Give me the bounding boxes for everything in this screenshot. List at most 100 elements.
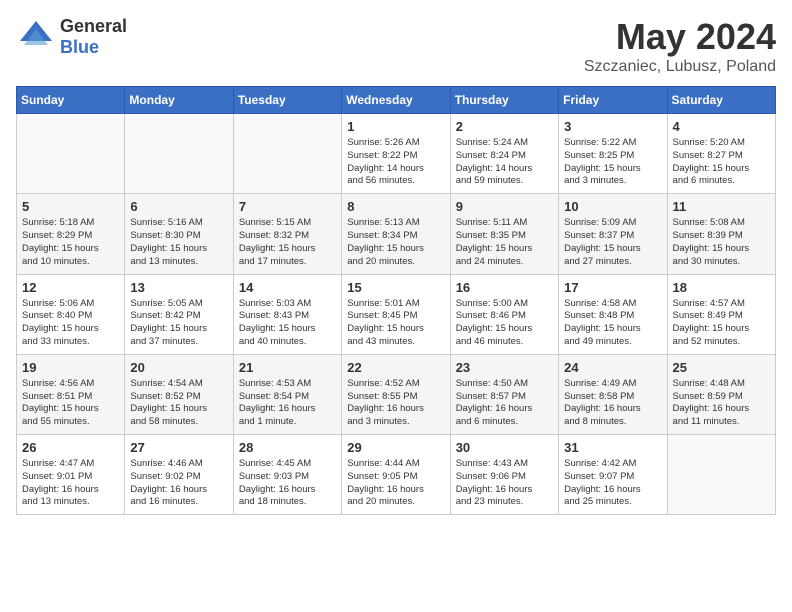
calendar-header: SundayMondayTuesdayWednesdayThursdayFrid… (17, 87, 776, 114)
day-info: Sunrise: 5:09 AM Sunset: 8:37 PM Dayligh… (564, 217, 661, 268)
calendar-cell: 11Sunrise: 5:08 AM Sunset: 8:39 PM Dayli… (667, 194, 775, 274)
day-number: 6 (130, 199, 227, 214)
calendar-cell: 1 Sunrise: 5:26 AM Sunset: 8:22 PM Daylig… (342, 114, 450, 194)
day-info: Sunrise: 5:05 AM Sunset: 8:42 PM Dayligh… (130, 298, 227, 349)
calendar-cell: 27 Sunrise: 4:46 AM Sunset: 9:02 PM Dayli… (125, 435, 233, 515)
day-number: 17 (564, 280, 661, 295)
weekday-header-tuesday: Tuesday (233, 87, 341, 114)
day-number: 19 (22, 360, 119, 375)
day-number: 9 (456, 199, 553, 214)
day-info: Sunrise: 4:50 AM Sunset: 8:57 PM Dayligh… (456, 378, 553, 429)
day-number: 31 (564, 440, 661, 455)
day-number: 12 (22, 280, 119, 295)
calendar-cell: 16Sunrise: 5:00 AM Sunset: 8:46 PM Dayli… (450, 274, 558, 354)
calendar-cell: 3 Sunrise: 5:22 AM Sunset: 8:25 PM Daylig… (559, 114, 667, 194)
day-number: 14 (239, 280, 336, 295)
calendar-cell: 17Sunrise: 4:58 AM Sunset: 8:48 PM Dayli… (559, 274, 667, 354)
logo-text: General Blue (60, 16, 127, 58)
calendar-week-2: 5 Sunrise: 5:18 AM Sunset: 8:29 PM Daylig… (17, 194, 776, 274)
calendar-cell: 2 Sunrise: 5:24 AM Sunset: 8:24 PM Daylig… (450, 114, 558, 194)
day-info: Sunrise: 5:18 AM Sunset: 8:29 PM Dayligh… (22, 217, 119, 268)
day-number: 30 (456, 440, 553, 455)
calendar-cell: 7Sunrise: 5:15 AM Sunset: 8:32 PM Daylig… (233, 194, 341, 274)
day-number: 1 (347, 119, 444, 134)
day-number: 5 (22, 199, 119, 214)
calendar-cell: 28 Sunrise: 4:45 AM Sunset: 9:03 PM Dayli… (233, 435, 341, 515)
calendar-cell: 21 Sunrise: 4:53 AM Sunset: 8:54 PM Dayli… (233, 354, 341, 434)
day-number: 4 (673, 119, 770, 134)
calendar-table: SundayMondayTuesdayWednesdayThursdayFrid… (16, 86, 776, 515)
calendar-location: Szczaniec, Lubusz, Poland (584, 58, 776, 76)
day-info: Sunrise: 4:52 AM Sunset: 8:55 PM Dayligh… (347, 378, 444, 429)
calendar-cell: 15 Sunrise: 5:01 AM Sunset: 8:45 PM Dayli… (342, 274, 450, 354)
day-number: 15 (347, 280, 444, 295)
logo: General Blue (16, 16, 127, 58)
day-info: Sunrise: 4:47 AM Sunset: 9:01 PM Dayligh… (22, 458, 119, 509)
day-number: 29 (347, 440, 444, 455)
day-info: Sunrise: 4:43 AM Sunset: 9:06 PM Dayligh… (456, 458, 553, 509)
day-info: Sunrise: 5:03 AM Sunset: 8:43 PM Dayligh… (239, 298, 336, 349)
calendar-title: May 2024 (584, 16, 776, 58)
day-number: 3 (564, 119, 661, 134)
day-info: Sunrise: 4:48 AM Sunset: 8:59 PM Dayligh… (673, 378, 770, 429)
calendar-week-5: 26 Sunrise: 4:47 AM Sunset: 9:01 PM Dayli… (17, 435, 776, 515)
day-number: 28 (239, 440, 336, 455)
calendar-cell: 9 Sunrise: 5:11 AM Sunset: 8:35 PM Daylig… (450, 194, 558, 274)
day-number: 2 (456, 119, 553, 134)
calendar-cell (125, 114, 233, 194)
calendar-cell: 19 Sunrise: 4:56 AM Sunset: 8:51 PM Dayli… (17, 354, 125, 434)
day-number: 7 (239, 199, 336, 214)
calendar-cell (233, 114, 341, 194)
page-header: General Blue May 2024 Szczaniec, Lubusz,… (16, 16, 776, 76)
calendar-cell: 31 Sunrise: 4:42 AM Sunset: 9:07 PM Dayli… (559, 435, 667, 515)
calendar-cell: 29 Sunrise: 4:44 AM Sunset: 9:05 PM Dayli… (342, 435, 450, 515)
calendar-cell: 5 Sunrise: 5:18 AM Sunset: 8:29 PM Daylig… (17, 194, 125, 274)
logo-icon (16, 17, 56, 57)
day-info: Sunrise: 4:56 AM Sunset: 8:51 PM Dayligh… (22, 378, 119, 429)
day-info: Sunrise: 4:57 AM Sunset: 8:49 PM Dayligh… (673, 298, 770, 349)
calendar-cell: 6 Sunrise: 5:16 AM Sunset: 8:30 PM Daylig… (125, 194, 233, 274)
day-info: Sunrise: 5:01 AM Sunset: 8:45 PM Dayligh… (347, 298, 444, 349)
calendar-cell: 10 Sunrise: 5:09 AM Sunset: 8:37 PM Dayli… (559, 194, 667, 274)
day-number: 10 (564, 199, 661, 214)
calendar-cell: 23 Sunrise: 4:50 AM Sunset: 8:57 PM Dayli… (450, 354, 558, 434)
day-info: Sunrise: 4:49 AM Sunset: 8:58 PM Dayligh… (564, 378, 661, 429)
calendar-cell: 25 Sunrise: 4:48 AM Sunset: 8:59 PM Dayli… (667, 354, 775, 434)
logo-general-text: General (60, 16, 127, 37)
day-info: Sunrise: 5:26 AM Sunset: 8:22 PM Dayligh… (347, 137, 444, 188)
day-number: 23 (456, 360, 553, 375)
day-number: 21 (239, 360, 336, 375)
day-info: Sunrise: 4:53 AM Sunset: 8:54 PM Dayligh… (239, 378, 336, 429)
calendar-cell: 8Sunrise: 5:13 AM Sunset: 8:34 PM Daylig… (342, 194, 450, 274)
day-number: 11 (673, 199, 770, 214)
day-info: Sunrise: 5:16 AM Sunset: 8:30 PM Dayligh… (130, 217, 227, 268)
calendar-cell (17, 114, 125, 194)
day-info: Sunrise: 4:46 AM Sunset: 9:02 PM Dayligh… (130, 458, 227, 509)
day-info: Sunrise: 5:11 AM Sunset: 8:35 PM Dayligh… (456, 217, 553, 268)
day-info: Sunrise: 5:22 AM Sunset: 8:25 PM Dayligh… (564, 137, 661, 188)
day-number: 25 (673, 360, 770, 375)
calendar-cell (667, 435, 775, 515)
calendar-body: 1 Sunrise: 5:26 AM Sunset: 8:22 PM Daylig… (17, 114, 776, 515)
weekday-header-wednesday: Wednesday (342, 87, 450, 114)
day-info: Sunrise: 5:06 AM Sunset: 8:40 PM Dayligh… (22, 298, 119, 349)
weekday-header-sunday: Sunday (17, 87, 125, 114)
day-info: Sunrise: 4:44 AM Sunset: 9:05 PM Dayligh… (347, 458, 444, 509)
weekday-header-monday: Monday (125, 87, 233, 114)
calendar-cell: 4Sunrise: 5:20 AM Sunset: 8:27 PM Daylig… (667, 114, 775, 194)
calendar-cell: 20Sunrise: 4:54 AM Sunset: 8:52 PM Dayli… (125, 354, 233, 434)
day-number: 22 (347, 360, 444, 375)
day-number: 18 (673, 280, 770, 295)
day-info: Sunrise: 5:24 AM Sunset: 8:24 PM Dayligh… (456, 137, 553, 188)
day-info: Sunrise: 4:42 AM Sunset: 9:07 PM Dayligh… (564, 458, 661, 509)
day-number: 26 (22, 440, 119, 455)
day-number: 13 (130, 280, 227, 295)
day-number: 20 (130, 360, 227, 375)
day-number: 16 (456, 280, 553, 295)
calendar-cell: 22 Sunrise: 4:52 AM Sunset: 8:55 PM Dayli… (342, 354, 450, 434)
calendar-cell: 14 Sunrise: 5:03 AM Sunset: 8:43 PM Dayli… (233, 274, 341, 354)
calendar-cell: 26 Sunrise: 4:47 AM Sunset: 9:01 PM Dayli… (17, 435, 125, 515)
day-info: Sunrise: 5:13 AM Sunset: 8:34 PM Dayligh… (347, 217, 444, 268)
day-number: 27 (130, 440, 227, 455)
day-info: Sunrise: 4:45 AM Sunset: 9:03 PM Dayligh… (239, 458, 336, 509)
